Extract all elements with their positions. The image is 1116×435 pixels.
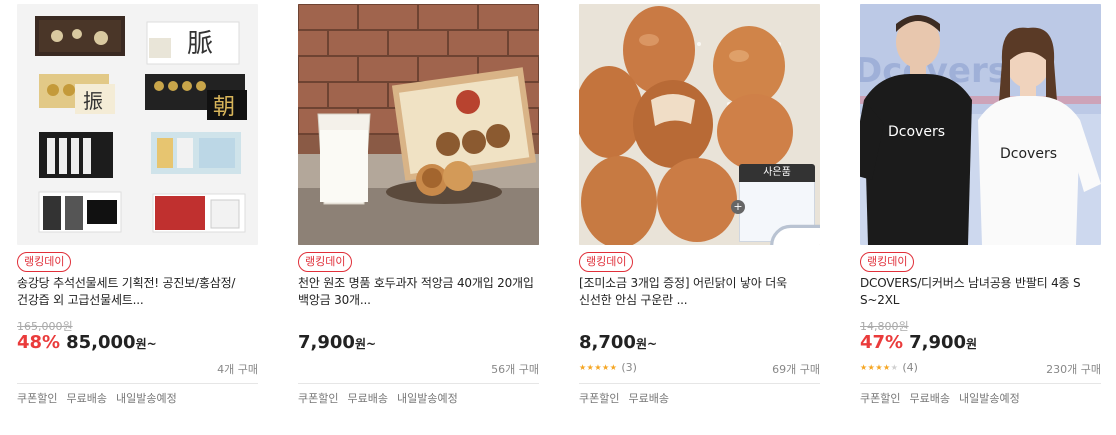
tag-next-day: 내일발송예정 <box>396 392 458 405</box>
price-row: 48% 85,000 원 ~ <box>17 332 157 353</box>
purchase-count: 230개 구매 <box>1046 363 1101 376</box>
product-title[interactable]: DCOVERS/디커버스 남녀공용 반팔티 4종 S S~2XL <box>860 275 1101 309</box>
divider <box>579 383 820 384</box>
sale-price: 7,900 <box>298 332 355 353</box>
product-card[interactable]: Dcovers Dcovers Dcovers 랭킹데이 DCOVERS/디커버… <box>860 4 1101 414</box>
product-image[interactable] <box>298 4 539 245</box>
price-suffix: ~ <box>146 337 157 351</box>
ranking-day-badge: 랭킹데이 <box>298 252 353 272</box>
product-grid: 脈 振 朝 랭킹데이 송강당 추석선물세트 기획전! 공진보/홍삼정/건강즙 외… <box>0 0 1116 435</box>
currency-unit: 원 <box>635 337 647 351</box>
ranking-day-badge: 랭킹데이 <box>860 252 915 272</box>
benefit-tags: 쿠폰할인 무료배송 <box>579 390 669 406</box>
product-card[interactable]: 사은품 + 랭킹데이 [조미소금 3개입 증정] 어린닭이 낳아 더욱 신선한 … <box>579 4 820 414</box>
product-title[interactable]: 송강당 추석선물세트 기획전! 공진보/홍삼정/건강즙 외 고급선물세트... <box>17 275 258 309</box>
price-suffix: ~ <box>365 337 377 351</box>
tag-free-shipping: 무료배송 <box>628 392 669 405</box>
sale-price: 8,700 <box>579 332 636 353</box>
purchase-count: 56개 구매 <box>491 363 539 376</box>
discount-rate: 48% <box>17 332 61 353</box>
currency-unit: 원 <box>135 337 147 351</box>
product-card[interactable]: 脈 振 朝 랭킹데이 송강당 추석선물세트 기획전! 공진보/홍삼정/건강즙 외… <box>17 4 258 414</box>
gift-set-collage: 脈 振 朝 <box>17 4 258 245</box>
tag-next-day: 내일발송예정 <box>115 392 177 405</box>
star-rating-icon: ★★★★★ <box>579 363 618 372</box>
rating: ★★★★★ (4) <box>860 361 918 374</box>
svg-text:脈: 脈 <box>187 29 213 59</box>
price-row: 8,700 원 ~ <box>579 332 657 353</box>
svg-text:Dcovers: Dcovers <box>888 124 945 140</box>
tag-coupon: 쿠폰할인 <box>579 392 620 405</box>
divider <box>860 383 1101 384</box>
svg-text:Dcovers: Dcovers <box>1000 146 1057 162</box>
tag-free-shipping: 무료배송 <box>909 392 950 405</box>
divider <box>17 383 258 384</box>
currency-unit: 원 <box>354 337 366 351</box>
product-title[interactable]: [조미소금 3개입 증정] 어린닭이 낳아 더욱 신선한 안심 구운란 ... <box>579 275 820 309</box>
tag-coupon: 쿠폰할인 <box>17 392 58 405</box>
walnut-cake-photo <box>298 4 539 245</box>
tag-coupon: 쿠폰할인 <box>298 392 339 405</box>
gift-label: 사은품 <box>739 164 815 182</box>
plus-icon: + <box>731 200 745 214</box>
star-rating-icon: ★★★★★ <box>860 363 899 372</box>
svg-text:朝: 朝 <box>213 95 235 120</box>
tshirt-models-photo: Dcovers Dcovers Dcovers <box>860 4 1101 245</box>
benefit-tags: 쿠폰할인 무료배송 내일발송예정 <box>298 390 458 406</box>
tag-free-shipping: 무료배송 <box>66 392 107 405</box>
ranking-day-badge: 랭킹데이 <box>17 252 72 272</box>
ranking-day-badge: 랭킹데이 <box>579 252 634 272</box>
purchase-count: 4개 구매 <box>217 363 258 376</box>
review-count: (3) <box>621 361 637 374</box>
purchase-count: 69개 구매 <box>772 363 820 376</box>
gift-product-thumb <box>739 182 820 245</box>
svg-text:振: 振 <box>83 89 103 113</box>
sale-price: 85,000 <box>66 332 136 353</box>
seasoning-salt-icon <box>770 224 820 245</box>
benefit-tags: 쿠폰할인 무료배송 내일발송예정 <box>17 390 177 406</box>
product-image[interactable]: Dcovers Dcovers Dcovers <box>860 4 1101 245</box>
sale-price: 7,900 <box>909 332 967 353</box>
discount-rate: 47% <box>860 332 904 353</box>
price-suffix: ~ <box>646 337 658 351</box>
product-image[interactable]: 脈 振 朝 <box>17 4 258 245</box>
price-row: 47% 7,900 원 <box>860 332 977 353</box>
review-count: (4) <box>902 361 918 374</box>
price-row: 7,900 원 ~ <box>298 332 376 353</box>
currency-unit: 원 <box>966 337 978 351</box>
rating: ★★★★★ (3) <box>579 361 637 374</box>
benefit-tags: 쿠폰할인 무료배송 내일발송예정 <box>860 390 1020 406</box>
product-title[interactable]: 천안 원조 명품 호두과자 적앙금 40개입 20개입 백앙금 30개... <box>298 275 539 309</box>
divider <box>298 383 539 384</box>
product-image[interactable]: 사은품 + <box>579 4 820 245</box>
tag-free-shipping: 무료배송 <box>347 392 388 405</box>
tag-coupon: 쿠폰할인 <box>860 392 901 405</box>
tag-next-day: 내일발송예정 <box>958 392 1020 405</box>
product-card[interactable]: 랭킹데이 천안 원조 명품 호두과자 적앙금 40개입 20개입 백앙금 30개… <box>298 4 539 414</box>
gift-promo: 사은품 + <box>731 164 820 245</box>
